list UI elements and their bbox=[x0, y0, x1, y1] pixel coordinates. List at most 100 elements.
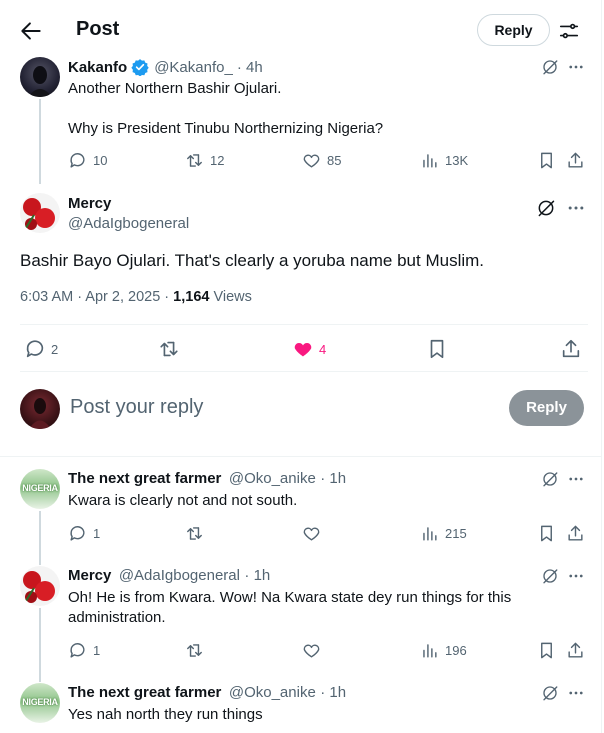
reply-action[interactable]: 1 bbox=[68, 641, 100, 660]
bookmark-button[interactable] bbox=[426, 338, 448, 360]
grok-icon bbox=[543, 686, 558, 701]
more-button[interactable] bbox=[567, 684, 585, 702]
author-name[interactable]: Kakanfo bbox=[68, 59, 127, 76]
bookmark-button[interactable] bbox=[537, 151, 556, 170]
share-button[interactable] bbox=[566, 641, 585, 660]
views-icon bbox=[423, 527, 437, 541]
repost-icon bbox=[160, 341, 178, 357]
reply-icon bbox=[70, 643, 85, 658]
author-handle[interactable]: @Oko_anike bbox=[229, 684, 316, 701]
post-text: Oh! He is from Kwara. Wow! Na Kwara stat… bbox=[68, 589, 512, 626]
current-user-avatar[interactable] bbox=[20, 389, 60, 429]
reply-action[interactable]: 1 bbox=[68, 524, 100, 543]
repost-action[interactable]: 12 bbox=[185, 151, 224, 170]
heart-icon bbox=[303, 644, 320, 658]
views-label: Views bbox=[209, 289, 252, 305]
more-dots-icon bbox=[569, 65, 583, 69]
heart-icon bbox=[303, 527, 320, 541]
header-reply-button[interactable]: Reply bbox=[477, 14, 550, 46]
grok-button[interactable] bbox=[541, 470, 559, 488]
avatar[interactable] bbox=[20, 57, 60, 97]
more-button[interactable] bbox=[567, 470, 585, 488]
like-action[interactable] bbox=[302, 641, 321, 660]
post-text-line-2: Why is President Tinubu Northernizing Ni… bbox=[68, 120, 384, 137]
author-name[interactable]: The next great farmer bbox=[68, 470, 221, 487]
grok-button[interactable] bbox=[541, 684, 559, 702]
author-handle[interactable]: @Oko_anike bbox=[229, 470, 316, 487]
post-time: · 1h bbox=[244, 567, 271, 584]
reply-action[interactable]: 10 bbox=[68, 151, 107, 170]
bookmark-button[interactable] bbox=[537, 641, 556, 660]
author-name[interactable]: Mercy bbox=[68, 567, 111, 584]
heart-filled-icon bbox=[294, 342, 312, 357]
like-action[interactable]: 4 bbox=[292, 338, 326, 360]
post-timestamp[interactable]: 6:03 AM · Apr 2, 2025 · bbox=[20, 289, 173, 305]
thread-line bbox=[39, 608, 41, 682]
arrow-left-icon bbox=[21, 22, 41, 40]
more-dots-icon bbox=[569, 691, 583, 695]
avatar[interactable]: NIGERIA bbox=[20, 469, 60, 509]
bookmark-icon bbox=[541, 642, 552, 659]
reply-count: 1 bbox=[93, 526, 101, 541]
view-count: 1,164 bbox=[173, 289, 210, 305]
views-action[interactable]: 13K bbox=[420, 151, 468, 170]
reply-action[interactable]: 2 bbox=[24, 338, 58, 360]
post-time: · 4h bbox=[236, 58, 263, 76]
reply-input[interactable]: Post your reply bbox=[70, 396, 490, 419]
views-count: 13K bbox=[445, 153, 469, 168]
share-icon bbox=[568, 642, 583, 658]
share-button[interactable] bbox=[566, 151, 585, 170]
verified-badge-icon bbox=[131, 59, 149, 76]
repost-action[interactable] bbox=[158, 338, 180, 360]
share-icon bbox=[568, 152, 583, 168]
post-page: Post Reply Kakanfo @Kakanfo_ · 4h Anothe… bbox=[0, 0, 602, 733]
bookmark-button[interactable] bbox=[537, 524, 556, 543]
repost-action[interactable] bbox=[185, 641, 204, 660]
post-time: · 1h bbox=[320, 470, 347, 487]
author-handle[interactable]: @Kakanfo_ bbox=[154, 59, 233, 76]
repost-icon bbox=[187, 644, 202, 657]
repost-count: 12 bbox=[210, 153, 225, 168]
divider bbox=[20, 324, 588, 325]
views-icon bbox=[423, 154, 437, 168]
repost-icon bbox=[187, 154, 202, 167]
avatar[interactable] bbox=[20, 566, 60, 606]
avatar-text: NIGERIA bbox=[22, 697, 58, 707]
divider bbox=[20, 371, 588, 372]
more-dots-icon bbox=[568, 206, 584, 210]
avatar[interactable] bbox=[20, 193, 60, 233]
reply-count: 10 bbox=[93, 153, 108, 168]
page-title: Post bbox=[76, 18, 120, 40]
views-action[interactable]: 215 bbox=[420, 524, 467, 543]
grok-button[interactable] bbox=[541, 567, 559, 585]
repost-action[interactable] bbox=[185, 524, 204, 543]
grok-button[interactable] bbox=[536, 198, 556, 218]
grok-button[interactable] bbox=[541, 58, 559, 76]
more-button[interactable] bbox=[567, 58, 585, 76]
author-handle[interactable]: @AdaIgbogeneral bbox=[119, 567, 240, 584]
author-handle[interactable]: @AdaIgbogeneral bbox=[68, 215, 189, 232]
like-action[interactable]: 85 bbox=[302, 151, 341, 170]
views-count: 196 bbox=[445, 643, 467, 658]
reply-submit-button[interactable]: Reply bbox=[509, 390, 584, 426]
adjust-button[interactable] bbox=[558, 20, 580, 42]
author-name[interactable]: The next great farmer bbox=[68, 684, 221, 701]
avatar-text: NIGERIA bbox=[22, 483, 58, 493]
sliders-icon bbox=[559, 23, 579, 39]
share-button[interactable] bbox=[566, 524, 585, 543]
thread-line bbox=[39, 511, 41, 565]
back-button[interactable] bbox=[18, 18, 44, 44]
more-button[interactable] bbox=[567, 567, 585, 585]
like-action[interactable] bbox=[302, 524, 321, 543]
bookmark-icon bbox=[541, 525, 552, 542]
reply-count: 1 bbox=[93, 643, 101, 658]
post-text: Yes nah north they run things bbox=[68, 706, 263, 723]
grok-icon bbox=[538, 200, 555, 217]
author-name[interactable]: Mercy bbox=[68, 195, 111, 212]
avatar[interactable]: NIGERIA bbox=[20, 683, 60, 723]
views-action[interactable]: 196 bbox=[420, 641, 467, 660]
more-button[interactable] bbox=[566, 198, 586, 218]
reply-count: 2 bbox=[51, 341, 59, 357]
share-button[interactable] bbox=[560, 338, 582, 360]
post-time: · 1h bbox=[320, 684, 347, 701]
